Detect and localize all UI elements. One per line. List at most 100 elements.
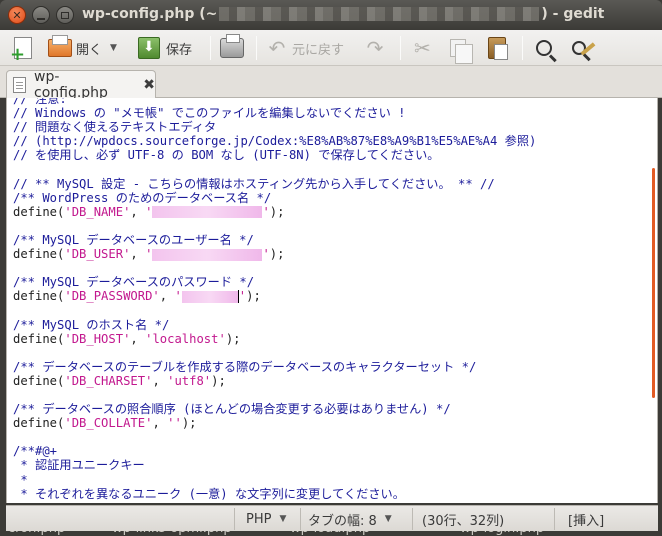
- code-line[interactable]: [13, 303, 643, 317]
- string-token: 'localhost': [145, 331, 226, 346]
- maximize-window-button[interactable]: [56, 6, 74, 24]
- copy-button[interactable]: [450, 34, 473, 64]
- code-line[interactable]: [13, 261, 643, 275]
- save-button[interactable]: 保存: [138, 34, 192, 62]
- code-line[interactable]: /** データベースのテーブルを作成する際のデータベースのキャラクターセット *…: [13, 360, 643, 374]
- undo-button[interactable]: ↶ 元に戻す: [266, 34, 344, 62]
- comment-token: /** MySQL のホスト名 */: [13, 317, 170, 332]
- tab-width-selector[interactable]: タブの幅: 8 ▼: [308, 510, 392, 529]
- code-line[interactable]: [13, 346, 643, 360]
- language-label: PHP: [246, 511, 272, 527]
- minimize-icon: [37, 18, 45, 20]
- string-token: 'DB_NAME': [64, 204, 131, 219]
- string-token: 'DB_CHARSET': [64, 373, 153, 388]
- maximize-icon: [61, 12, 69, 19]
- code-line[interactable]: [13, 219, 643, 233]
- undo-icon: ↶: [268, 36, 286, 60]
- window-title: wp-config.php (~) - gedit: [82, 6, 604, 22]
- code-token: );: [269, 247, 285, 262]
- save-button-label: 保存: [166, 42, 193, 58]
- code-line[interactable]: // ** MySQL 設定 - こちらの情報はホスティング先から入手してくださ…: [13, 177, 643, 191]
- string-token: '': [167, 416, 182, 431]
- code-line[interactable]: define('DB_USER', ' ');: [13, 247, 643, 261]
- comment-token: * 認証用ユニークキー: [13, 458, 145, 473]
- string-token: ': [145, 204, 153, 219]
- open-button[interactable]: 開く ▼: [48, 34, 117, 62]
- comment-token: // ** MySQL 設定 - こちらの情報はホスティング先から入手してくださ…: [13, 176, 495, 191]
- code-line[interactable]: /** MySQL のホスト名 */: [13, 318, 643, 332]
- code-token: define(: [13, 289, 65, 304]
- scissors-icon: ✂: [414, 36, 431, 60]
- code-line[interactable]: * 認証用ユニークキー: [13, 458, 643, 472]
- toolbar-separator: [400, 36, 401, 60]
- redacted-value: [152, 206, 263, 219]
- code-line[interactable]: * それぞれを異なるユニーク (一意) な文字列に変更してください。: [13, 487, 643, 501]
- new-document-icon: [10, 37, 32, 65]
- new-document-button[interactable]: [10, 34, 32, 65]
- tab-wp-config[interactable]: wp-config.php ✖: [6, 68, 156, 101]
- code-line[interactable]: /**#@+: [13, 444, 643, 458]
- code-line[interactable]: [13, 430, 643, 444]
- toolbar: 開く ▼ 保存 ↶ 元に戻す ↷ ✂: [0, 30, 662, 66]
- code-line[interactable]: [13, 162, 643, 176]
- comment-token: /**#@+: [13, 444, 58, 459]
- string-token: ': [262, 204, 270, 219]
- close-tab-icon[interactable]: ✖: [143, 77, 155, 93]
- open-button-label: 開く: [76, 42, 103, 58]
- code-line[interactable]: *: [13, 473, 643, 487]
- paste-button[interactable]: [488, 34, 508, 62]
- string-token: 'DB_HOST': [64, 331, 131, 346]
- statusbar-separator: [300, 508, 301, 530]
- code-line[interactable]: define('DB_COLLATE', '');: [13, 416, 643, 430]
- redo-button[interactable]: ↷: [364, 34, 386, 62]
- string-token: ': [262, 247, 270, 262]
- code-token: ,: [130, 331, 146, 346]
- code-line[interactable]: // 注意:: [13, 98, 643, 106]
- code-token: ,: [130, 247, 146, 262]
- code-line[interactable]: /** MySQL データベースのユーザー名 */: [13, 233, 643, 247]
- code-line[interactable]: // を使用し、必ず UTF-8 の BOM なし (UTF-8N) で保存して…: [13, 148, 643, 162]
- search-replace-icon: [572, 41, 586, 55]
- cut-button[interactable]: ✂: [414, 34, 431, 62]
- string-token: ': [174, 289, 182, 304]
- language-selector[interactable]: PHP ▼: [246, 510, 286, 528]
- close-window-button[interactable]: ✕: [8, 6, 26, 24]
- chevron-down-icon[interactable]: ▼: [110, 43, 117, 53]
- code-line[interactable]: /** データベースの照合順序 (ほとんどの場合変更する必要はありません) */: [13, 402, 643, 416]
- redacted-value: [181, 290, 238, 303]
- toolbar-separator: [256, 36, 257, 60]
- code-line[interactable]: [13, 388, 643, 402]
- find-replace-button[interactable]: [572, 34, 586, 62]
- code-line[interactable]: // 問題なく使えるテキストエディタ: [13, 120, 643, 134]
- find-button[interactable]: [536, 34, 552, 62]
- vertical-scrollbar[interactable]: [652, 168, 655, 398]
- code-line[interactable]: define('DB_NAME', ' ');: [13, 205, 643, 219]
- code-line[interactable]: /** WordPress のためのデータベース名 */: [13, 191, 643, 205]
- code-token: );: [269, 204, 285, 219]
- search-icon: [536, 40, 552, 56]
- code-view[interactable]: // 注意:// Windows の "メモ帳" でこのファイルを編集しないでく…: [13, 98, 643, 501]
- code-token: ,: [152, 373, 168, 388]
- code-token: );: [211, 373, 226, 388]
- text-editor[interactable]: // 注意:// Windows の "メモ帳" でこのファイルを編集しないでく…: [6, 98, 658, 503]
- code-line[interactable]: define('DB_CHARSET', 'utf8');: [13, 374, 643, 388]
- code-line[interactable]: // (http://wpdocs.sourceforge.jp/Codex:%…: [13, 134, 643, 148]
- comment-token: // (: [13, 134, 43, 149]
- code-line[interactable]: // Windows の "メモ帳" でこのファイルを編集しないでください !: [13, 106, 643, 120]
- tab-label: wp-config.php: [34, 68, 108, 101]
- string-token: 'DB_COLLATE': [64, 416, 153, 431]
- comment-token: * それぞれを異なるユニーク (一意) な文字列に変更してください。: [13, 486, 405, 501]
- code-token: ,: [152, 416, 168, 431]
- code-line[interactable]: define('DB_PASSWORD', ' ');: [13, 289, 643, 304]
- printer-icon: [220, 34, 244, 58]
- redo-icon: ↷: [366, 36, 384, 60]
- statusbar-separator: [234, 508, 235, 530]
- cursor-position-label: (30行、32列): [422, 513, 505, 529]
- url-link[interactable]: http://wpdocs.sourceforge.jp/Codex:%E8%A…: [42, 134, 497, 148]
- window-title-prefix: wp-config.php (~: [82, 6, 218, 22]
- code-line[interactable]: /** MySQL データベースのパスワード */: [13, 275, 643, 289]
- print-button[interactable]: [220, 34, 244, 62]
- minimize-window-button[interactable]: [32, 6, 50, 24]
- comment-token: /** データベースのテーブルを作成する際のデータベースのキャラクターセット *…: [13, 359, 477, 374]
- code-line[interactable]: define('DB_HOST', 'localhost');: [13, 332, 643, 346]
